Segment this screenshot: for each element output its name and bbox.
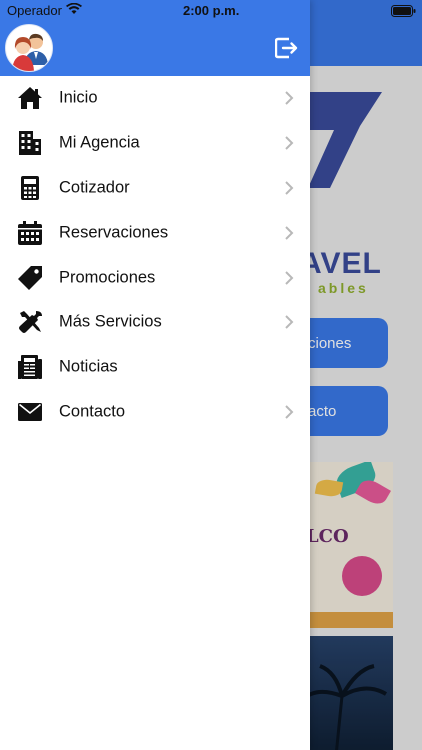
building-icon	[17, 130, 43, 156]
users-avatar-icon[interactable]	[5, 24, 53, 72]
chevron-right-icon	[285, 226, 294, 240]
home-icon	[17, 85, 43, 111]
menu-item-label: Más Servicios	[59, 312, 162, 331]
chevron-right-icon	[285, 91, 294, 106]
status-time: 2:00 p.m.	[183, 3, 240, 18]
drawer-menu: Inicio Mi Agencia Cotizador Reservacione…	[0, 76, 310, 434]
logout-icon[interactable]	[275, 37, 299, 59]
menu-item-mas-servicios[interactable]: Más Servicios	[0, 300, 310, 345]
newspaper-icon	[17, 354, 43, 380]
side-drawer: Inicio Mi Agencia Cotizador Reservacione…	[0, 0, 310, 750]
tag-icon	[17, 265, 43, 291]
envelope-icon	[17, 399, 43, 425]
calendar-icon	[17, 220, 43, 246]
menu-item-label: Promociones	[59, 268, 156, 287]
chevron-right-icon	[285, 181, 294, 195]
menu-item-noticias[interactable]: Noticias	[0, 345, 310, 390]
calculator-icon	[17, 175, 43, 201]
chevron-right-icon	[285, 315, 294, 330]
tools-icon	[17, 309, 43, 335]
menu-item-cotizador[interactable]: Cotizador	[0, 166, 310, 211]
menu-item-contacto[interactable]: Contacto	[0, 390, 310, 435]
chevron-right-icon	[285, 405, 294, 419]
menu-item-promociones[interactable]: Promociones	[0, 255, 310, 300]
menu-item-reservaciones[interactable]: Reservaciones	[0, 210, 310, 255]
menu-item-label: Noticias	[59, 357, 118, 376]
menu-item-label: Mi Agencia	[59, 133, 140, 152]
menu-item-label: Inicio	[59, 88, 98, 107]
menu-item-label: Contacto	[59, 402, 126, 421]
chevron-right-icon	[285, 136, 294, 150]
chevron-right-icon	[285, 270, 294, 285]
status-bar: Operador 2:00 p.m.	[0, 0, 422, 22]
menu-item-mi-agencia[interactable]: Mi Agencia	[0, 121, 310, 166]
menu-item-label: Cotizador	[59, 178, 130, 197]
battery-icon	[391, 5, 416, 17]
menu-item-inicio[interactable]: Inicio	[0, 76, 310, 121]
wifi-icon	[66, 3, 82, 14]
status-carrier: Operador	[7, 3, 62, 18]
menu-item-label: Reservaciones	[59, 223, 169, 242]
